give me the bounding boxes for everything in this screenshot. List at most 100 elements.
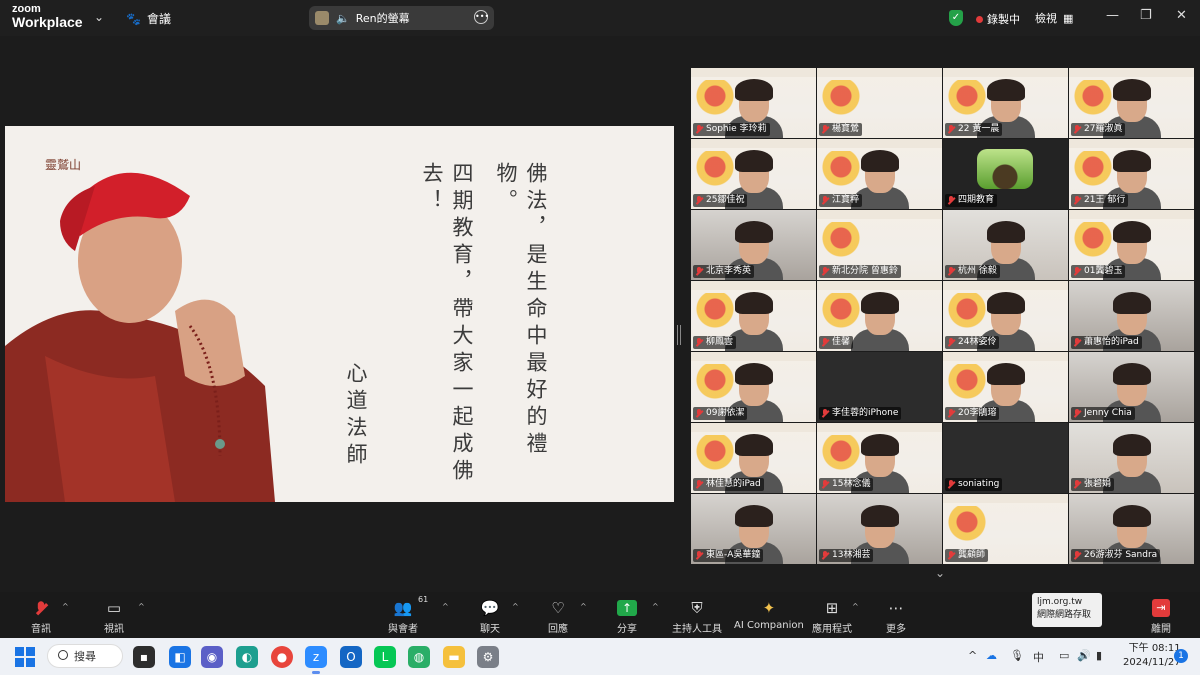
task-view-icon[interactable]: ▪ [133,646,155,668]
ai-companion-button[interactable]: ✦ AI Companion [734,598,804,631]
participant-face [1113,363,1151,406]
view-button[interactable]: 檢視 ▦ [1035,10,1073,26]
participant-name: 龔顧師 [958,550,986,560]
participant-tile[interactable]: 24林姿伶 [943,281,1068,351]
participant-name: 楊寶鶯 [832,124,860,134]
windows-start-icon[interactable] [15,647,35,667]
audio-caret-icon[interactable]: ^ [62,602,69,611]
participant-tile[interactable]: 龔顧師 [943,494,1068,564]
react-button[interactable]: ♡ 回應 [547,598,569,635]
participant-tile[interactable]: 15林念儀 [817,423,942,493]
mic-muted-icon [1073,267,1081,276]
mic-muted-icon [821,551,829,560]
line-icon[interactable]: L [374,646,396,668]
teams-icon[interactable]: ◉ [201,646,223,668]
taskbar-search[interactable]: 搜尋 [47,644,123,668]
ai-companion-label: AI Companion [734,620,804,631]
minimize-icon[interactable]: — [1106,8,1119,23]
notification-badge[interactable]: 1 [1174,649,1188,663]
participant-tile[interactable]: soniating [943,423,1068,493]
chevron-down-icon[interactable]: ⌄ [935,566,947,580]
participant-nameplate: 蕭惠怡的iPad [1071,336,1142,349]
chat-button[interactable]: 💬 聊天 [479,598,501,635]
participant-nameplate: 楊寶鶯 [819,123,863,136]
more-button[interactable]: ⋯ 更多 [885,598,907,635]
share-caret-icon[interactable]: ^ [652,602,659,611]
audio-button[interactable]: 音訊 [30,598,52,635]
participant-tile[interactable]: 李佳蓉的iPhone [817,352,942,422]
video-caret-icon[interactable]: ^ [138,602,145,611]
participant-tile[interactable]: 佳馨 [817,281,942,351]
widgets-icon[interactable]: ◧ [169,646,191,668]
participant-tile[interactable]: 13林湘芸 [817,494,942,564]
clock-date: 2024/11/27 [1123,657,1181,668]
resize-handle[interactable] [677,325,681,345]
participants-caret-icon[interactable]: ^ [442,602,449,611]
slide-line-2: 四期教育，帶大家一起成佛去！ [420,162,474,486]
host-tools-button[interactable]: ⛨ 主持人工具 [672,598,722,635]
participant-tile[interactable]: 25鄒佳祝 [691,139,816,209]
participant-tile[interactable]: 張碧娟 [1069,423,1194,493]
react-caret-icon[interactable]: ^ [580,602,587,611]
participant-name: 佳馨 [832,337,851,347]
chrome-icon[interactable]: ● [271,646,293,668]
onedrive-icon[interactable]: ☁ [986,649,997,662]
outlook-icon[interactable]: O [340,646,362,668]
chevron-up-icon[interactable]: ^ [968,649,977,662]
screen-share-indicator[interactable]: 🔈 Ren的螢幕 ••• [309,6,494,30]
recording-indicator[interactable]: 錄製中 [976,11,1020,27]
apps-caret-icon[interactable]: ^ [852,602,859,611]
participant-tile[interactable]: 柳鳳雲 [691,281,816,351]
mic-icon[interactable]: 🎙 [1010,649,1024,662]
participant-tile[interactable]: 楊寶鶯 [817,68,942,138]
participant-name: 杭州 徐毅 [958,266,997,276]
participant-tile[interactable]: 東區-A吳華鐘 [691,494,816,564]
chat-caret-icon[interactable]: ^ [512,602,519,611]
share-button[interactable]: ↑ 分享 [616,598,638,635]
file-explorer-icon[interactable]: ▬ [443,646,465,668]
volume-icon[interactable]: 🔊 [1077,649,1091,662]
video-button[interactable]: ▭ 視訊 [103,598,125,635]
wechat-icon[interactable]: ◍ [408,646,430,668]
battery-icon[interactable]: ▮ [1096,649,1102,662]
windows-taskbar: 搜尋 ▪ ◧ ◉ ◐ ● z O L ◍ ▬ ⚙ ^ ☁ 🎙 中 ▭ 🔊 ▮ 下… [0,638,1200,675]
participant-face [861,505,899,548]
mic-muted-icon [947,196,955,205]
leave-button[interactable]: ⇥ 離開 [1150,598,1172,635]
apps-button[interactable]: ⊞ 應用程式 [812,598,852,635]
ime-indicator[interactable]: 中 [1033,649,1044,665]
taskbar-clock[interactable]: 下午 08:11 2024/11/27 [1123,642,1181,670]
shield-icon[interactable]: ✓ [949,10,963,26]
participant-tile[interactable]: 22 黃一晨 [943,68,1068,138]
participant-tile[interactable]: Sophie 李玲莉 [691,68,816,138]
participant-tile[interactable]: 杭州 徐毅 [943,210,1068,280]
participant-tile[interactable]: 21王 郁行 [1069,139,1194,209]
zoom-app-icon[interactable]: z [305,646,327,674]
settings-gear-icon[interactable]: ⚙ [477,646,499,668]
participants-button[interactable]: 👥 與會者 [388,598,418,635]
chat-label: 聊天 [480,624,500,635]
monk-portrait-image [5,126,305,502]
participant-tile[interactable]: 27羅淑眞 [1069,68,1194,138]
participant-tile[interactable]: 26游淑芬 Sandra [1069,494,1194,564]
meeting-menu[interactable]: 🐾 會議 [126,10,171,27]
participant-tile[interactable]: 四期教育 [943,139,1068,209]
chevron-down-icon[interactable]: ⌄ [94,10,104,24]
participant-name: 林佳慧的iPad [706,479,761,489]
mic-muted-icon [947,480,955,489]
more-icon[interactable]: ••• [474,10,489,24]
participant-tile[interactable]: Jenny Chia [1069,352,1194,422]
close-icon[interactable]: ✕ [1176,8,1187,23]
participant-tile[interactable]: 01龔碧玉 [1069,210,1194,280]
participant-tile[interactable]: 江寶粹 [817,139,942,209]
participant-tile[interactable]: 北京李秀英 [691,210,816,280]
participant-tile[interactable]: 林佳慧的iPad [691,423,816,493]
restore-icon[interactable]: ❐ [1140,8,1152,23]
participant-tile[interactable]: 20李鵑瑢 [943,352,1068,422]
mic-muted-icon [821,196,829,205]
participant-tile[interactable]: 新北分院 曾惠鈴 [817,210,942,280]
edge-icon[interactable]: ◐ [236,646,258,668]
participant-tile[interactable]: 蕭惠怡的iPad [1069,281,1194,351]
participant-tile[interactable]: 09謝依潔 [691,352,816,422]
display-icon[interactable]: ▭ [1059,649,1069,662]
